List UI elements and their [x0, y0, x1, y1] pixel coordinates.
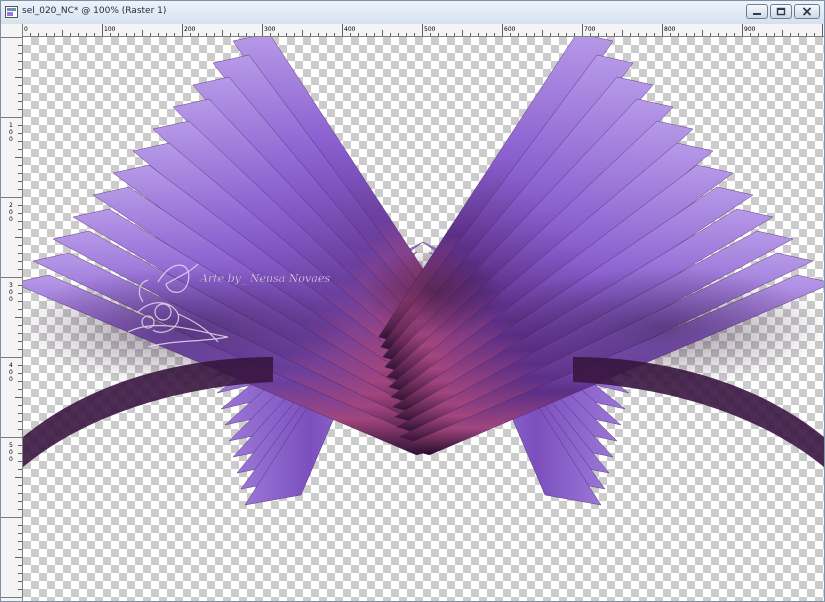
close-button[interactable] [794, 4, 820, 19]
ruler-label: 300 [264, 26, 276, 33]
ruler-label: 700 [584, 26, 596, 33]
ruler-label: 400 [344, 26, 356, 33]
window-title: sel_020_NC* @ 100% (Raster 1) [22, 6, 167, 16]
horizontal-ruler[interactable]: 0 100 200 300 400 500 600 700 800 900 [22, 24, 824, 37]
minimize-icon [753, 12, 761, 15]
vertical-ruler-ticks: 100 200 300 400 500 [1, 37, 22, 598]
image-canvas[interactable]: Arte by_ Neusa Novaes [23, 37, 824, 601]
ruler-label: 900 [744, 26, 756, 33]
ruler-label: 600 [504, 26, 516, 33]
ruler-label: 100 [9, 122, 13, 143]
window-controls [746, 4, 820, 20]
horizontal-ruler-ticks: 0 100 200 300 400 500 600 700 800 900 [22, 24, 823, 36]
ruler-label: 500 [9, 442, 13, 463]
watermark-text: Arte by_ Neusa Novaes [199, 272, 330, 285]
close-icon [802, 7, 812, 16]
app-document-icon [5, 6, 18, 18]
shadow-center [363, 247, 503, 337]
ruler-label: 800 [664, 26, 676, 33]
ruler-label: 500 [424, 26, 436, 33]
title-bar[interactable]: sel_020_NC* @ 100% (Raster 1) [1, 1, 824, 25]
shadow-right [493, 267, 824, 387]
restore-button[interactable] [770, 4, 792, 19]
ruler-label: 0 [24, 26, 28, 33]
vertical-ruler[interactable]: 100 200 300 400 500 [1, 24, 23, 601]
document-window: sel_020_NC* @ 100% (Raster 1) 0 100 200 … [0, 0, 825, 602]
ruler-label: 200 [184, 26, 196, 33]
restore-icon [776, 7, 786, 16]
ruler-label: 100 [104, 26, 116, 33]
minimize-button[interactable] [746, 4, 768, 19]
ruler-label: 300 [9, 282, 13, 303]
watermark-signature: Arte by_ Neusa Novaes [127, 263, 330, 348]
ruler-label: 200 [9, 202, 13, 223]
ruler-label: 400 [9, 362, 13, 383]
